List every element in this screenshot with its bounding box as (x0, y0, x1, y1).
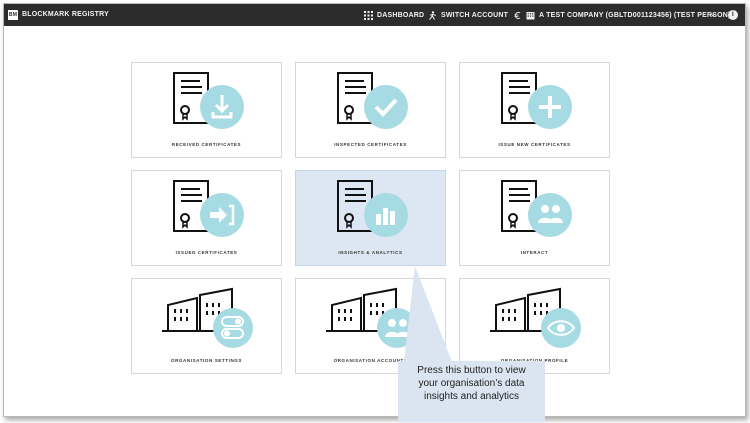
euro-icon (514, 12, 521, 19)
person-walk-icon (429, 11, 436, 20)
tile-label: ORGANISATION SETTINGS (170, 358, 243, 363)
tile-received-certificates[interactable]: RECEIVED CERTIFICATES (131, 62, 282, 158)
dashboard-link[interactable]: DASHBOARD (364, 11, 424, 20)
tile-organisation-settings[interactable]: ORGANISATION SETTINGS (131, 278, 282, 374)
switch-account-label: SWITCH ACCOUNT (441, 12, 509, 19)
tile-insights-analytics[interactable]: INSIGHTS & ANALYTICS (295, 170, 446, 266)
info-icon[interactable]: i (728, 10, 738, 20)
tile-issued-certificates[interactable]: ISSUED CERTIFICATES (131, 170, 282, 266)
tile-label: RECEIVED CERTIFICATES (171, 142, 242, 147)
tile-label: INTERACT (520, 250, 549, 255)
tile-organisation-profile[interactable]: ORGANISATION PROFILE (459, 278, 610, 374)
grid-icon (364, 11, 373, 20)
callout-line-2: your organisation’s data (418, 378, 525, 389)
tile-interact[interactable]: INTERACT (459, 170, 610, 266)
tile-issue-new-certificates[interactable]: ISSUE NEW CERTIFICATES (459, 62, 610, 158)
tile-label: INSPECTED CERTIFICATES (334, 142, 407, 147)
callout-line-3: insights and analytics (423, 391, 520, 402)
dashboard-label: DASHBOARD (377, 12, 425, 19)
chevron-down-icon[interactable]: ⌄ (710, 10, 716, 18)
app-title[interactable]: BLOCKMARK REGISTRY (22, 11, 109, 18)
callout-line-1: Press this button to view (417, 365, 526, 376)
switch-account-link[interactable]: SWITCH ACCOUNT (428, 11, 508, 20)
account-selector[interactable]: A TEST COMPANY (GBLTD001123456) (TEST PE… (513, 11, 731, 20)
tile-label: ISSUED CERTIFICATES (175, 250, 238, 255)
top-bar: BM BLOCKMARK REGISTRY DASHBOARD SWITCH A… (4, 4, 745, 26)
logo: BM (8, 10, 18, 20)
account-label: A TEST COMPANY (GBLTD001123456) (TEST PE… (539, 12, 731, 19)
building-icon (526, 12, 535, 20)
tile-organisation-accounts[interactable]: ORGANISATION ACCOUNTS (295, 278, 446, 374)
tile-label: ISSUE NEW CERTIFICATES (498, 142, 571, 147)
tooltip-callout: Press this button to view your organisat… (398, 361, 545, 422)
tile-inspected-certificates[interactable]: INSPECTED CERTIFICATES (295, 62, 446, 158)
tile-label: INSIGHTS & ANALYTICS (338, 250, 403, 255)
